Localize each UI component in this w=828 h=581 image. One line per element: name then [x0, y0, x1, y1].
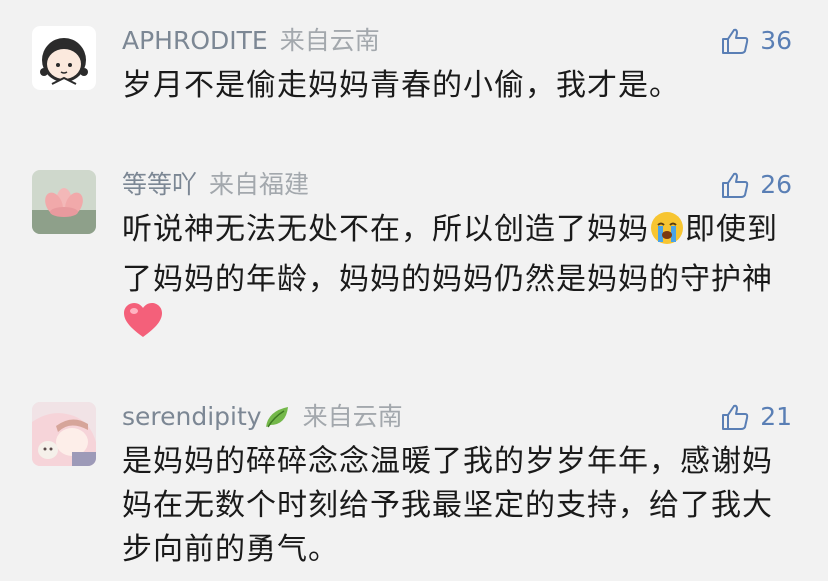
like-count: 26: [760, 170, 792, 199]
like-button[interactable]: 36: [720, 26, 792, 56]
crying-face-emoji-icon: [650, 211, 684, 258]
cartoon-girl-avatar-icon: [32, 26, 96, 90]
avatar[interactable]: [32, 170, 96, 234]
username[interactable]: serendipity: [122, 402, 262, 431]
like-button[interactable]: 21: [720, 402, 792, 432]
like-count: 21: [760, 402, 792, 431]
comment-meta: serendipity 来自云南: [122, 402, 403, 436]
thumbs-up-icon: [722, 404, 749, 430]
avatar[interactable]: [32, 402, 96, 466]
anime-illustration-avatar-icon: [32, 402, 96, 466]
comment-meta: APHRODITE 来自云南: [122, 26, 380, 56]
comment-text-part-1: 听说神无法无处不在，所以创造了妈妈: [122, 212, 649, 247]
thumbs-up-icon: [722, 172, 749, 198]
lotus-flower-avatar-icon: [32, 170, 96, 234]
username[interactable]: APHRODITE: [122, 26, 268, 55]
thumbs-up-icon: [722, 28, 749, 54]
comment-text: 是妈妈的碎碎念念温暖了我的岁岁年年，感谢妈妈在无数个时刻给予我最坚定的支持，给了…: [122, 444, 773, 567]
pink-heart-emoji-icon: [123, 303, 163, 352]
comment-text: 听说神无法无处不在，所以创造了妈妈 即使到了妈妈的年龄，妈妈的妈妈仍然是妈妈的守护…: [122, 208, 802, 352]
location: 来自福建: [209, 170, 310, 199]
like-count: 36: [760, 26, 792, 55]
avatar[interactable]: [32, 26, 96, 90]
comment-meta: 等等吖 来自福建: [122, 170, 309, 200]
username[interactable]: 等等吖: [122, 170, 197, 199]
comment-text: 岁月不是偷走妈妈青春的小偷，我才是。: [122, 68, 680, 103]
location: 来自云南: [279, 26, 380, 55]
like-button[interactable]: 26: [720, 170, 792, 200]
leaf-emoji-icon: [264, 405, 290, 436]
location: 来自云南: [302, 402, 403, 431]
